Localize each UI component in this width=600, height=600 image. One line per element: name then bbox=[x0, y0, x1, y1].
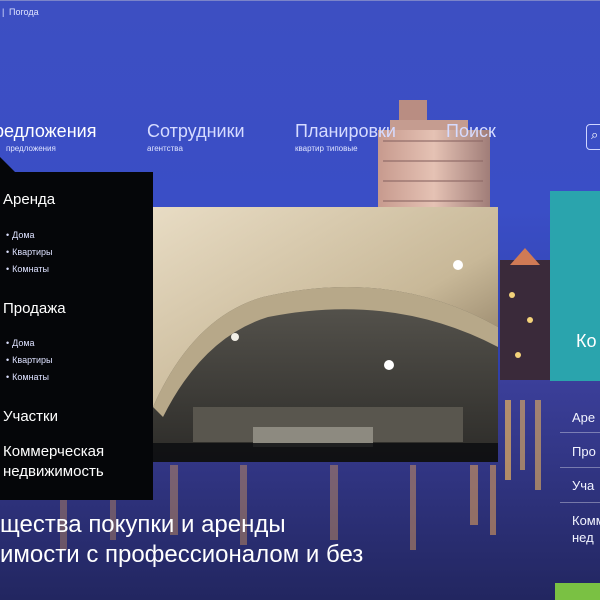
nav-plans[interactable]: Планировки квартир типовые bbox=[295, 121, 396, 153]
submenu-rent-apartments[interactable]: Квартиры bbox=[6, 244, 52, 261]
submenu-rent-list: Дома Квартиры Комнаты bbox=[6, 227, 53, 278]
hero-headline-line1: щества покупки и аренды bbox=[0, 511, 286, 538]
search-button[interactable]: ⌕ bbox=[586, 124, 600, 150]
nav-staff[interactable]: Сотрудники агентства bbox=[147, 121, 245, 153]
nav-staff-label: Сотрудники bbox=[147, 121, 245, 141]
submenu-commercial-line2: недвижимость bbox=[3, 463, 104, 480]
submenu-plots[interactable]: Участки bbox=[3, 408, 58, 425]
weather-link[interactable]: Погода bbox=[9, 7, 39, 17]
submenu-sale-title[interactable]: Продажа bbox=[3, 300, 66, 317]
hero-headline: щества покупки и аренды имости с професс… bbox=[0, 510, 363, 570]
side-divider bbox=[560, 467, 600, 468]
submenu-rent-rooms[interactable]: Комнаты bbox=[6, 261, 53, 278]
nav-offers[interactable]: редложения предложения bbox=[0, 121, 96, 153]
submenu-notch bbox=[0, 157, 15, 172]
side-divider bbox=[560, 502, 600, 503]
green-action-button[interactable] bbox=[555, 583, 600, 600]
top-bar-separator: | bbox=[2, 7, 5, 17]
side-link-commercial[interactable]: Комм bbox=[572, 513, 600, 528]
side-divider bbox=[560, 432, 600, 433]
nav-plans-sublabel: квартир типовые bbox=[295, 144, 358, 153]
submenu-rent-houses[interactable]: Дома bbox=[6, 227, 53, 244]
interior-photo bbox=[153, 207, 498, 462]
submenu-commercial-line1: Коммерческая bbox=[3, 443, 105, 460]
offers-submenu: Аренда Дома Квартиры Комнаты Продажа Дом… bbox=[0, 157, 153, 500]
hero-headline-line2: имости с профессионалом и без bbox=[0, 541, 364, 568]
nav-search-label: Поиск bbox=[446, 121, 496, 141]
teal-promo-text: Ко bbox=[576, 331, 597, 351]
submenu-commercial[interactable]: Коммерческая недвижимость bbox=[3, 442, 104, 482]
side-link-rent[interactable]: Аре bbox=[572, 410, 595, 425]
submenu-sale-houses[interactable]: Дома bbox=[6, 335, 53, 352]
nav-offers-sublabel: предложения bbox=[6, 144, 56, 153]
teal-promo-panel[interactable] bbox=[550, 191, 600, 381]
side-link-plots[interactable]: Уча bbox=[572, 478, 594, 493]
submenu-rent-title[interactable]: Аренда bbox=[3, 191, 55, 208]
nav-search[interactable]: Поиск bbox=[446, 121, 496, 142]
nav-offers-label: редложения bbox=[0, 121, 97, 141]
nav-staff-sublabel: агентства bbox=[147, 144, 183, 153]
top-bar: | Погода bbox=[0, 0, 600, 21]
side-link-sale[interactable]: Про bbox=[572, 444, 596, 459]
side-link-commercial-line2[interactable]: нед bbox=[572, 530, 594, 545]
submenu-sale-apartments[interactable]: Квартиры bbox=[6, 352, 52, 369]
nav-plans-label: Планировки bbox=[295, 121, 396, 141]
search-icon: ⌕ bbox=[591, 127, 599, 142]
submenu-sale-rooms[interactable]: Комнаты bbox=[6, 369, 53, 386]
submenu-sale-list: Дома Квартиры Комнаты bbox=[6, 335, 53, 386]
